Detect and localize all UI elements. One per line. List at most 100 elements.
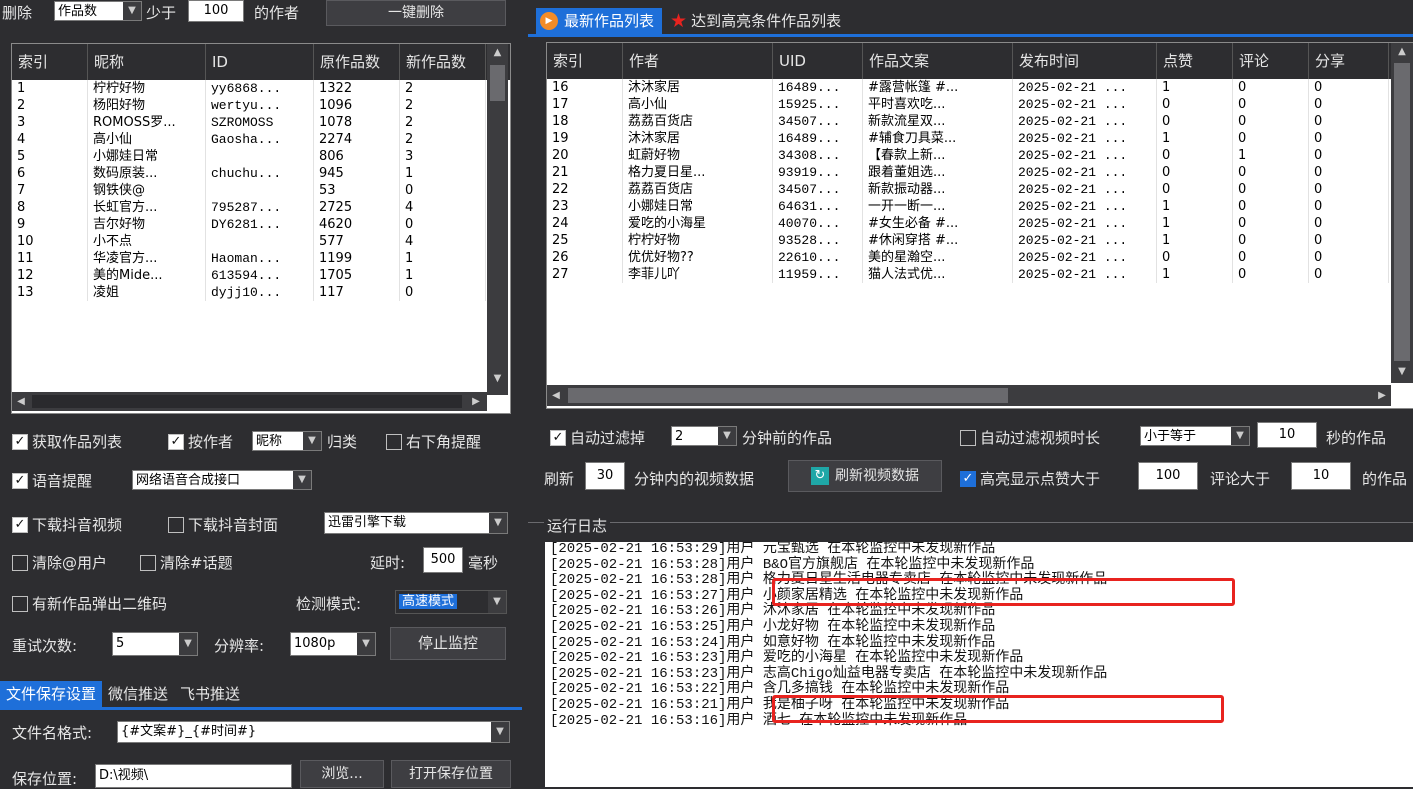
table-row[interactable]: 1 柠柠好物 yy6868... 1322 2 <box>12 80 510 97</box>
delete-field-select[interactable]: 作品数 ▼ <box>54 1 142 21</box>
get-list-checkbox[interactable]: ✓ 获取作品列表 <box>12 431 122 452</box>
author-table-hscroll[interactable]: ◀ ▶ <box>12 392 487 411</box>
checkbox-box <box>168 516 184 533</box>
table-row[interactable]: 23 小娜娃日常 64631... 一开一断一... 2025-02-21 ... 1 0 0 <box>547 198 1413 215</box>
table-row[interactable]: 9 吉尔好物 DY6281... 4620 0 <box>12 216 510 233</box>
table-row[interactable]: 5 小娜娃日常 806 3 <box>12 148 510 165</box>
refresh-data-button[interactable]: ↻ 刷新视频数据 <box>788 460 942 492</box>
threshold-input[interactable]: 100 <box>188 0 244 22</box>
by-author-field-select[interactable]: 昵称 ▼ <box>252 431 322 451</box>
column-header[interactable]: 昵称 <box>88 44 206 80</box>
browse-button[interactable]: 浏览... <box>300 760 384 788</box>
scroll-right-icon[interactable]: ▶ <box>467 392 485 411</box>
table-row[interactable]: 10 小不点 577 4 <box>12 233 510 250</box>
column-header[interactable]: 新作品数 <box>400 44 486 80</box>
corner-notify-checkbox[interactable]: 右下角提醒 <box>386 431 481 452</box>
qr-popup-checkbox[interactable]: 有新作品弹出二维码 <box>12 593 167 614</box>
tab-wechat-push[interactable]: 微信推送 <box>102 681 174 707</box>
remove-topic-checkbox[interactable]: 清除#话题 <box>140 552 233 573</box>
refresh-minutes-input[interactable]: 30 <box>585 462 625 490</box>
scroll-up-icon[interactable]: ▲ <box>489 44 506 62</box>
column-header[interactable]: 索引 <box>12 44 88 80</box>
tab-file-settings[interactable]: 文件保存设置 <box>0 681 103 707</box>
column-header[interactable]: UID <box>773 43 863 79</box>
works-table-vscroll[interactable]: ▲ ▼ <box>1391 43 1413 383</box>
table-cell: 2025-02-21 ... <box>1013 266 1157 283</box>
table-row[interactable]: 21 格力夏日星... 93919... 跟着董姐选... 2025-02-21 ...… <box>547 164 1413 181</box>
table-row[interactable]: 27 李菲儿吖 11959... 猫人法式优... 2025-02-21 ... 1 0 0 <box>547 266 1413 283</box>
column-header[interactable]: 作者 <box>623 43 773 79</box>
column-header[interactable]: 发布时间 <box>1013 43 1157 79</box>
table-row[interactable]: 20 虹蔚好物 34308... 【春款上新... 2025-02-21 ... 0 1 0 <box>547 147 1413 164</box>
duration-filter-checkbox[interactable]: 自动过滤视频时长 <box>960 427 1100 448</box>
table-row[interactable]: 25 柠柠好物 93528... #休闲穿搭 #... 2025-02-21 ... 1 0… <box>547 232 1413 249</box>
table-row[interactable]: 18 荔荔百货店 34507... 新款流星双... 2025-02-21 ... 0 0 0 <box>547 113 1413 130</box>
column-header[interactable]: 作品文案 <box>863 43 1013 79</box>
duration-op-select[interactable]: 小于等于 ▼ <box>1140 426 1250 446</box>
scroll-left-icon[interactable]: ◀ <box>547 385 565 406</box>
table-row[interactable]: 7 钢铁侠@ 53 0 <box>12 182 510 199</box>
table-row[interactable]: 13 凌姐 dyjj10... 117 0 <box>12 284 510 301</box>
by-author-checkbox[interactable]: ✓ 按作者 <box>168 431 233 452</box>
tab-latest-works[interactable]: ▶ 最新作品列表 <box>536 8 663 34</box>
stop-monitor-button[interactable]: 停止监控 <box>390 627 506 660</box>
table-row[interactable]: 12 美的Mide... 613594... 1705 1 <box>12 267 510 284</box>
downloader-select[interactable]: 迅雷引擎下载 ▼ <box>324 512 508 534</box>
table-row[interactable]: 4 高小仙 Gaosha... 2274 2 <box>12 131 510 148</box>
chevron-down-icon: ▼ <box>179 633 197 655</box>
column-header[interactable]: 原作品数 <box>314 44 400 80</box>
download-cover-checkbox[interactable]: 下载抖音封面 <box>168 514 278 535</box>
delete-all-button[interactable]: 一键删除 <box>326 0 506 26</box>
auto-filter-select[interactable]: 2 ▼ <box>671 426 737 446</box>
highlight-checkbox[interactable]: ✓ 高亮显示点赞大于 <box>960 468 1100 489</box>
resolution-select[interactable]: 1080p ▼ <box>290 632 376 656</box>
duration-input[interactable]: 10 <box>1257 422 1317 448</box>
scroll-thumb[interactable] <box>1394 63 1410 361</box>
table-cell: 0 <box>1309 249 1389 266</box>
scroll-down-icon[interactable]: ▼ <box>489 370 506 388</box>
name-format-select[interactable]: {#文案#}_{#时间#} ▼ <box>117 721 510 743</box>
comments-input[interactable]: 10 <box>1291 462 1351 490</box>
scroll-down-icon[interactable]: ▼ <box>1393 363 1411 381</box>
tab-highlight-works[interactable]: ★ 达到高亮条件作品列表 <box>662 8 849 34</box>
remove-at-checkbox[interactable]: 清除@用户 <box>12 552 107 573</box>
table-row[interactable]: 17 高小仙 15925... 平时喜欢吃... 2025-02-21 ... 0 0 0 <box>547 96 1413 113</box>
scroll-thumb[interactable] <box>490 65 505 101</box>
table-cell: 1705 <box>314 267 400 284</box>
scroll-thumb[interactable] <box>568 388 1008 403</box>
tab-feishu-push[interactable]: 飞书推送 <box>174 681 246 707</box>
voice-engine-value: 网络语音合成接口 <box>136 473 241 488</box>
scroll-up-icon[interactable]: ▲ <box>1393 43 1411 61</box>
table-row[interactable]: 11 华凌官方... Haoman... 1199 1 <box>12 250 510 267</box>
table-row[interactable]: 16 沐沐家居 16489... #露营帐篷 #... 2025-02-21 ... 1 0… <box>547 79 1413 96</box>
scroll-right-icon[interactable]: ▶ <box>1373 385 1391 406</box>
column-header[interactable]: 索引 <box>547 43 623 79</box>
table-row[interactable]: 3 ROMOSS罗... SZROMOSS 1078 2 <box>12 114 510 131</box>
save-path-input[interactable]: D:\视频\ <box>95 764 292 788</box>
auto-filter-checkbox[interactable]: ✓ 自动过滤掉 <box>550 427 645 448</box>
column-header[interactable]: ID <box>206 44 314 80</box>
retry-select[interactable]: 5 ▼ <box>112 632 198 656</box>
column-header[interactable]: 点赞 <box>1157 43 1233 79</box>
detect-mode-select[interactable]: 高速模式 ▼ <box>395 590 507 614</box>
table-row[interactable]: 8 长虹官方... 795287... 2725 4 <box>12 199 510 216</box>
voice-engine-select[interactable]: 网络语音合成接口 ▼ <box>132 470 312 490</box>
table-row[interactable]: 22 荔荔百货店 34507... 新款振动器... 2025-02-21 ... 0 0 0 <box>547 181 1413 198</box>
delay-input[interactable]: 500 <box>423 547 463 573</box>
column-header[interactable]: 评论 <box>1233 43 1309 79</box>
table-row[interactable]: 2 杨阳好物 wertyu... 1096 2 <box>12 97 510 114</box>
table-row[interactable]: 19 沐沐家居 16489... #辅食刀具菜... 2025-02-21 ... 1 0 0 <box>547 130 1413 147</box>
highlight-likes-input[interactable]: 100 <box>1138 462 1198 490</box>
table-row[interactable]: 24 爱吃的小海星 40070... #女生必备 #... 2025-02-21 ...… <box>547 215 1413 232</box>
table-cell: 1 <box>400 165 486 182</box>
scroll-left-icon[interactable]: ◀ <box>12 392 30 411</box>
table-row[interactable]: 26 优优好物?? 22610... 美的星瀚空... 2025-02-21 ... 0 0… <box>547 249 1413 266</box>
table-row[interactable]: 6 数码原装... chuchu... 945 1 <box>12 165 510 182</box>
works-table-hscroll[interactable]: ◀ ▶ <box>547 385 1391 406</box>
open-save-location-button[interactable]: 打开保存位置 <box>391 760 511 788</box>
author-table-vscroll[interactable]: ▲ ▼ <box>487 44 508 395</box>
download-video-checkbox[interactable]: ✓ 下载抖音视频 <box>12 514 122 535</box>
column-header[interactable]: 分享 <box>1309 43 1389 79</box>
voice-notify-checkbox[interactable]: ✓ 语音提醒 <box>12 470 92 491</box>
table-cell: 杨阳好物 <box>88 97 206 114</box>
